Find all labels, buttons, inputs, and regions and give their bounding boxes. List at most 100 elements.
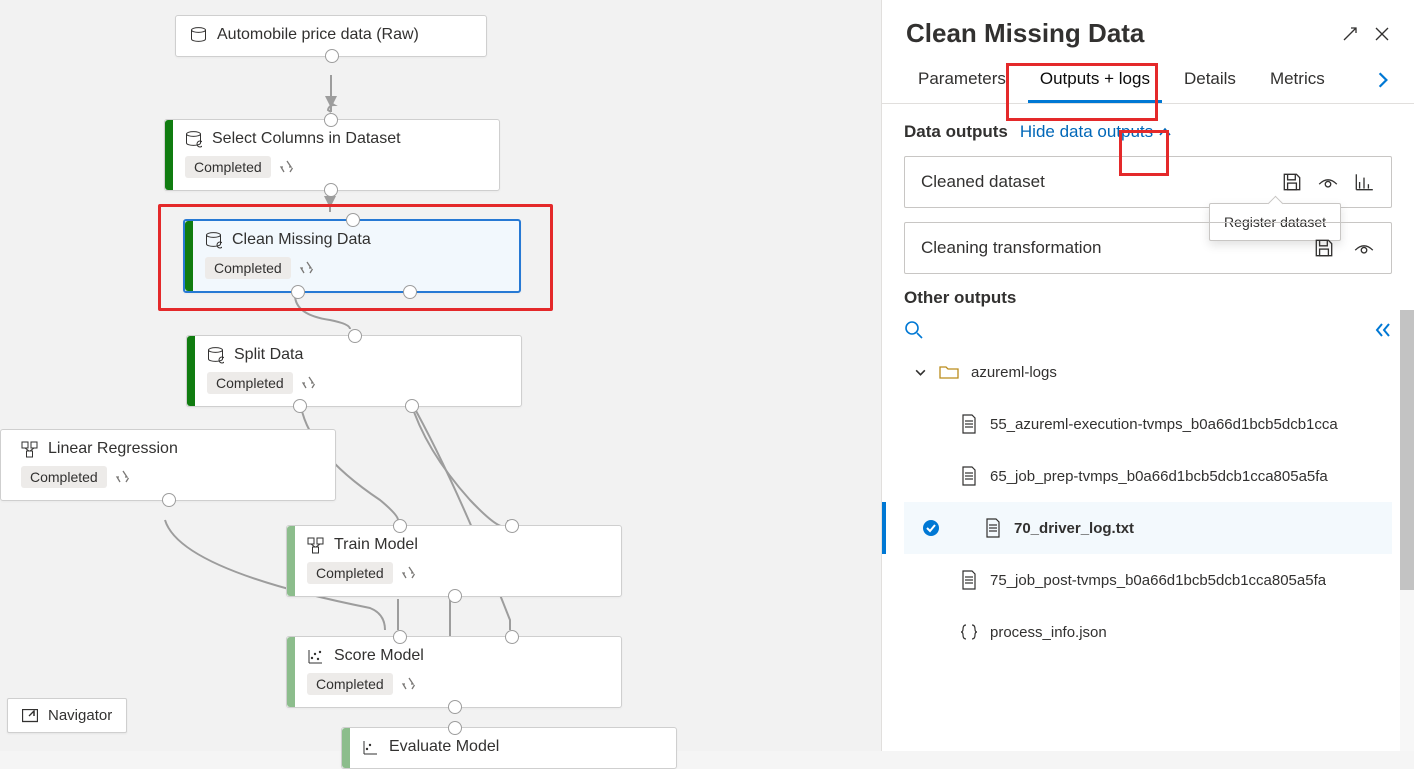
output-cleaned-dataset: Cleaned dataset Register dataset <box>904 156 1392 208</box>
detail-panel: Clean Missing Data Parameters Outputs + … <box>881 0 1414 751</box>
pipeline-canvas[interactable]: Automobile price data (Raw) Select Colum… <box>0 0 881 751</box>
tree-file[interactable]: 55_azureml-execution-tvmps_b0a66d1bcb5dc… <box>904 398 1392 450</box>
node-title: Score Model <box>334 647 424 665</box>
save-icon[interactable] <box>1313 237 1335 259</box>
status-badge: Completed <box>307 673 393 695</box>
module-icon <box>207 347 224 364</box>
status-stripe <box>185 221 193 291</box>
node-automobile-raw[interactable]: Automobile price data (Raw) <box>175 15 487 57</box>
braces-icon <box>960 622 978 642</box>
tab-details[interactable]: Details <box>1172 57 1248 103</box>
folder-icon <box>939 364 959 380</box>
tab-outputs-logs[interactable]: Outputs + logs <box>1028 57 1162 103</box>
file-icon <box>960 414 978 434</box>
output-file-tree: azureml-logs 55_azureml-execution-tvmps_… <box>904 346 1392 658</box>
tree-file[interactable]: 75_job_post-tvmps_b0a66d1bcb5dcb1cca805a… <box>904 554 1392 606</box>
status-badge: Completed <box>307 562 393 584</box>
node-train-model[interactable]: Train Model Completed <box>286 525 622 597</box>
output-port[interactable] <box>291 285 305 299</box>
other-outputs-heading: Other outputs <box>904 288 1392 308</box>
tree-file[interactable]: 65_job_prep-tvmps_b0a66d1bcb5dcb1cca805a… <box>904 450 1392 502</box>
module-icon <box>307 537 324 554</box>
status-stripe <box>342 728 350 768</box>
tree-label: process_info.json <box>990 624 1107 641</box>
input-port[interactable] <box>393 630 407 644</box>
recycle-icon <box>279 160 295 174</box>
file-icon <box>984 518 1002 538</box>
tree-label: azureml-logs <box>971 364 1057 381</box>
save-icon[interactable] <box>1281 171 1303 193</box>
recycle-icon <box>401 566 417 580</box>
file-icon <box>960 570 978 590</box>
node-title: Evaluate Model <box>389 738 499 756</box>
input-port-2[interactable] <box>505 630 519 644</box>
data-outputs-heading: Data outputs <box>904 122 1008 142</box>
output-port[interactable] <box>325 49 339 63</box>
recycle-icon <box>301 376 317 390</box>
input-port[interactable] <box>448 721 462 735</box>
scrollbar-thumb[interactable] <box>1400 310 1414 590</box>
output-port[interactable] <box>293 399 307 413</box>
input-port[interactable] <box>348 329 362 343</box>
node-title: Split Data <box>234 346 303 364</box>
input-port[interactable] <box>346 213 360 227</box>
output-cleaning-transformation: Cleaning transformation <box>904 222 1392 274</box>
input-port[interactable] <box>324 113 338 127</box>
recycle-icon <box>299 261 315 275</box>
node-select-columns[interactable]: Select Columns in Dataset Completed <box>164 119 500 191</box>
node-title: Train Model <box>334 536 418 554</box>
output-port-2[interactable] <box>405 399 419 413</box>
preview-icon[interactable] <box>1353 237 1375 259</box>
node-linear-regression[interactable]: Linear Regression Completed <box>0 429 336 501</box>
node-evaluate-model[interactable]: Evaluate Model <box>341 727 677 769</box>
recycle-icon <box>401 677 417 691</box>
navigator-label: Navigator <box>48 707 112 724</box>
module-icon <box>205 232 222 249</box>
status-badge: Completed <box>207 372 293 394</box>
status-stripe <box>165 120 173 190</box>
tree-label: 55_azureml-execution-tvmps_b0a66d1bcb5dc… <box>990 416 1338 433</box>
node-split-data[interactable]: Split Data Completed <box>186 335 522 407</box>
tabs-scroll-right-icon[interactable] <box>1376 71 1390 89</box>
panel-tabs: Parameters Outputs + logs Details Metric… <box>882 57 1414 104</box>
navigator-button[interactable]: Navigator <box>7 698 127 733</box>
vertical-scrollbar[interactable] <box>1400 310 1414 751</box>
module-icon <box>185 131 202 148</box>
tab-parameters[interactable]: Parameters <box>906 57 1018 103</box>
status-stripe <box>187 336 195 406</box>
preview-icon[interactable] <box>1317 171 1339 193</box>
tree-label: 65_job_prep-tvmps_b0a66d1bcb5dcb1cca805a… <box>990 468 1328 485</box>
panel-title: Clean Missing Data <box>906 18 1326 49</box>
input-port[interactable] <box>393 519 407 533</box>
maximize-icon[interactable] <box>1342 26 1358 42</box>
input-port-2[interactable] <box>505 519 519 533</box>
output-port[interactable] <box>448 589 462 603</box>
chevron-down-icon <box>914 366 927 379</box>
status-badge: Completed <box>185 156 271 178</box>
module-icon <box>21 441 38 458</box>
search-icon[interactable] <box>904 320 924 340</box>
chevron-up-icon <box>1159 127 1171 137</box>
node-title: Linear Regression <box>48 440 178 458</box>
node-score-model[interactable]: Score Model Completed <box>286 636 622 708</box>
chart-icon[interactable] <box>1353 171 1375 193</box>
output-port[interactable] <box>162 493 176 507</box>
status-badge: Completed <box>21 466 107 488</box>
status-stripe <box>287 637 295 707</box>
node-title: Select Columns in Dataset <box>212 130 401 148</box>
module-icon <box>307 648 324 665</box>
tree-folder-azureml-logs[interactable]: azureml-logs <box>904 346 1392 398</box>
tab-metrics[interactable]: Metrics <box>1258 57 1337 103</box>
tree-file[interactable]: process_info.json <box>904 606 1392 658</box>
output-port[interactable] <box>324 183 338 197</box>
output-port[interactable] <box>448 700 462 714</box>
close-icon[interactable] <box>1374 26 1390 42</box>
output-port-2[interactable] <box>403 285 417 299</box>
file-icon <box>960 466 978 486</box>
tree-file-selected[interactable]: 70_driver_log.txt <box>904 502 1392 554</box>
hide-data-outputs-link[interactable]: Hide data outputs <box>1020 122 1171 142</box>
node-clean-missing-data[interactable]: Clean Missing Data Completed <box>183 219 521 293</box>
recycle-icon <box>115 470 131 484</box>
node-title: Automobile price data (Raw) <box>217 26 419 44</box>
collapse-icon[interactable] <box>1374 321 1392 339</box>
